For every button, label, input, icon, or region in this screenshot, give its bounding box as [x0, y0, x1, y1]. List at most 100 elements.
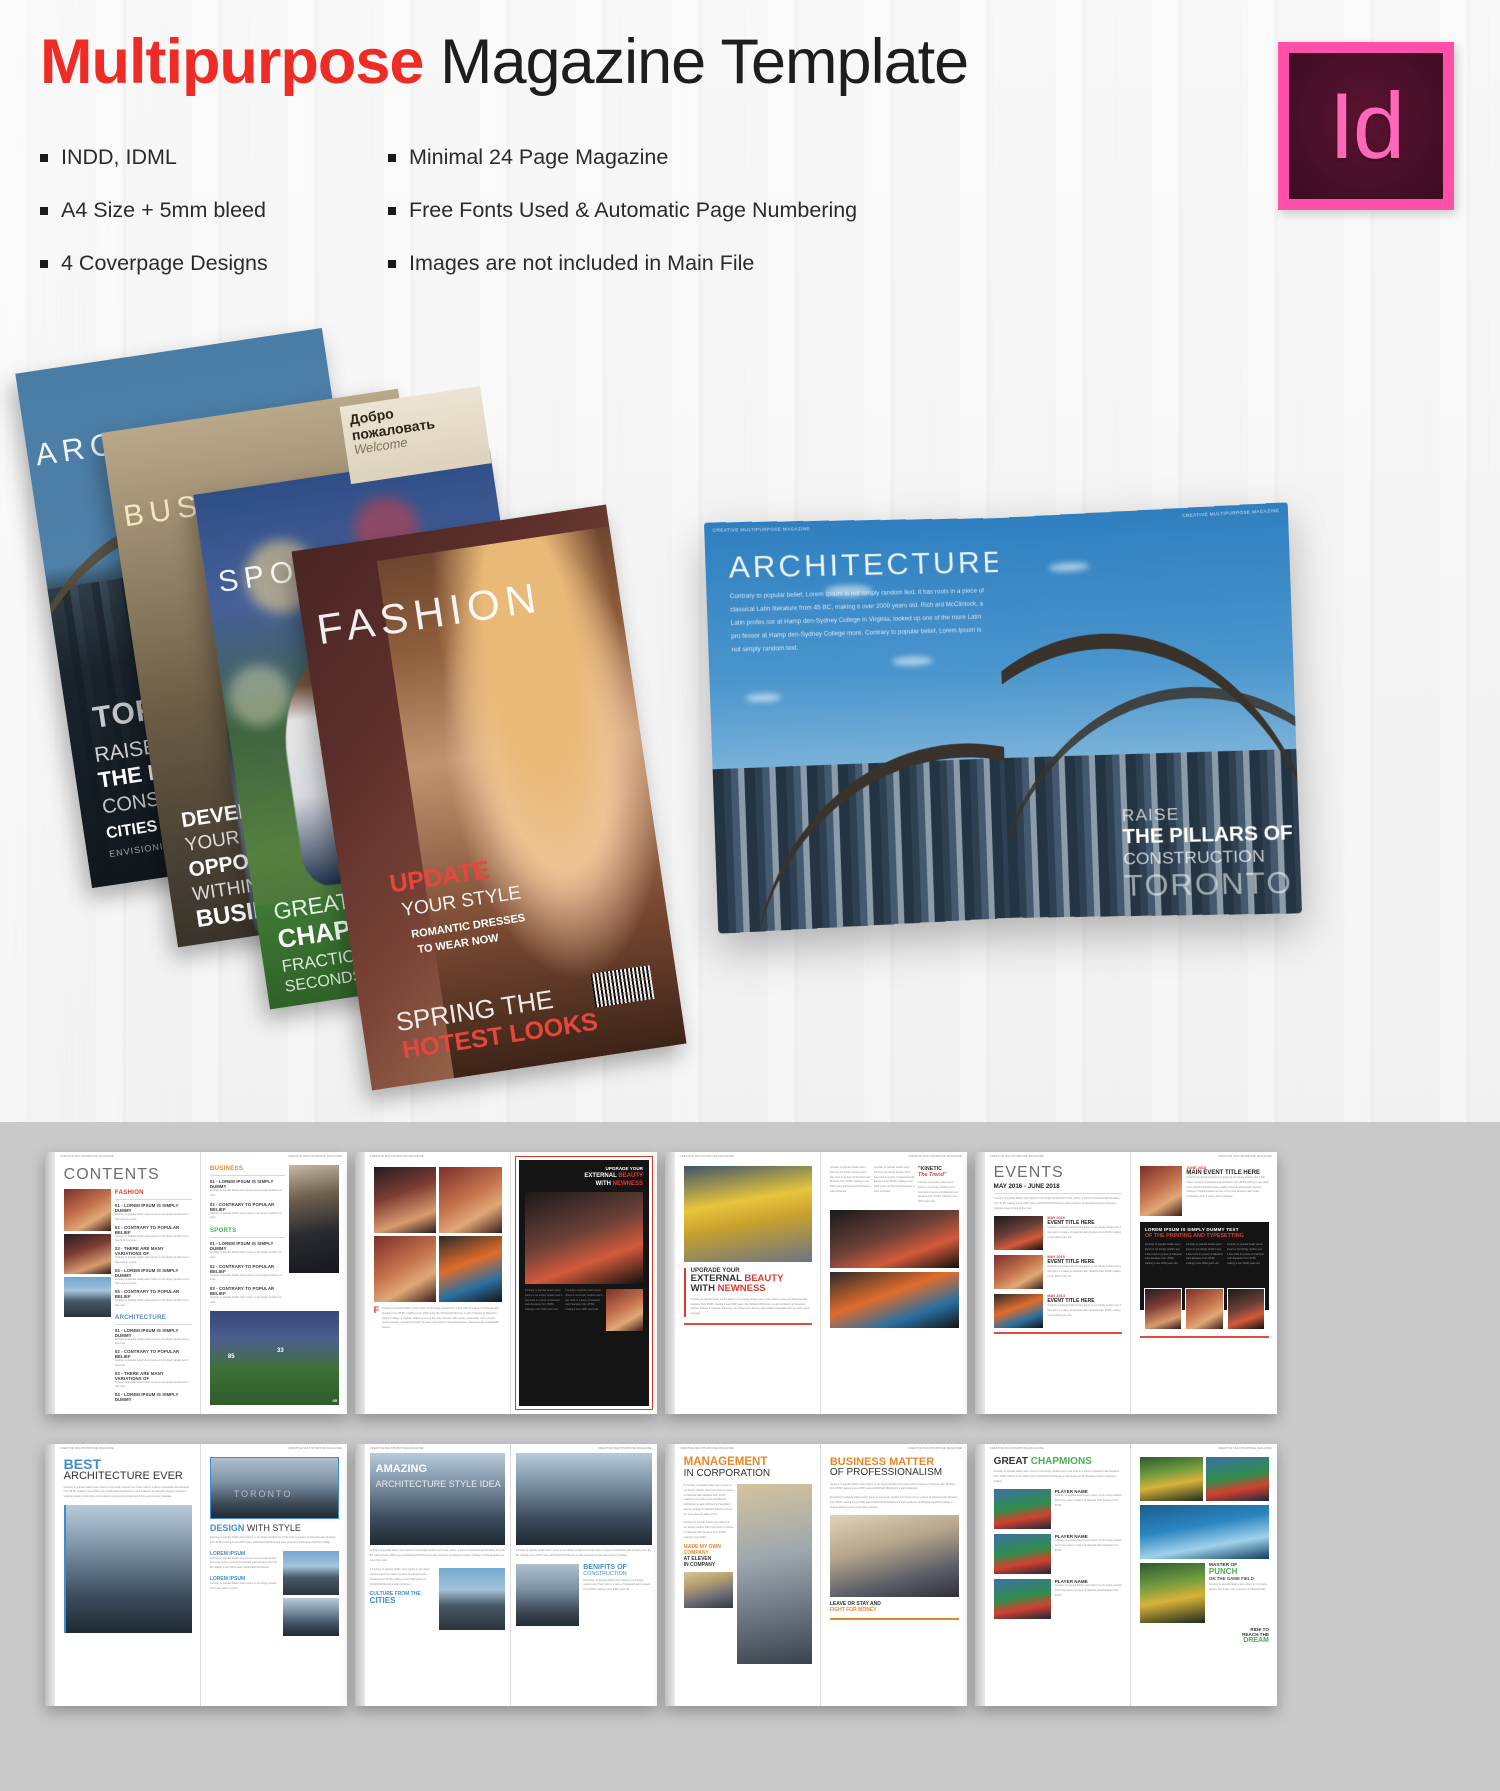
body-text: Contrary to popular belief Lorem Ipsum i… — [524, 1289, 562, 1311]
runhead: CREATIVE MULTIPURPOSE MAGAZINE — [989, 1447, 1044, 1450]
thumb-page-right: CREATIVE MULTIPURPOSE MAGAZINE Contrary … — [820, 1152, 967, 1414]
photo-placeholder — [439, 1236, 502, 1302]
subheading-3: ON THE GAME FIELD — [1208, 1576, 1254, 1581]
photo-placeholder — [1205, 1457, 1269, 1501]
contents-entry: 05 - CONTRARY TO POPULAR BELIEF — [114, 1289, 180, 1299]
runhead: CREATIVE MULTIPURPOSE MAGAZINE — [1217, 1155, 1272, 1158]
photo-placeholder — [1185, 1288, 1224, 1330]
spine — [355, 1152, 365, 1414]
thumbnail-grid-section: CREATIVE MULTIPURPOSE MAGAZINE CONTENTS … — [0, 1122, 1500, 1791]
thumbnail-contents[interactable]: CREATIVE MULTIPURPOSE MAGAZINE CONTENTS … — [45, 1152, 347, 1414]
headline-line1: MANAGEMENT — [683, 1456, 768, 1468]
spine — [975, 1444, 985, 1706]
contents-heading: CONTENTS — [63, 1166, 160, 1183]
photo-placeholder — [282, 1597, 339, 1636]
headline-line3b: NEWNESS — [612, 1181, 643, 1187]
entry-body: Contrary to popular belief Lorem Ipsum i… — [114, 1380, 189, 1389]
thumb-page-left: CREATIVE MULTIPURPOSE MAGAZINE UPGRADE Y… — [674, 1152, 821, 1414]
contents-entry: 03 - THERE ARE MANY VARIATIONS OF — [114, 1246, 164, 1256]
contents-section-label: ARCHITECTURE — [114, 1313, 167, 1321]
body-text: Contrary to popular belief Lorem Ipsum i… — [1144, 1243, 1182, 1265]
thumbnail-events[interactable]: CREATIVE MULTIPURPOSE MAGAZINE EVENTS MA… — [975, 1152, 1277, 1414]
body-text: Contrary to popular belief Lorem Ipsum i… — [993, 1470, 1120, 1483]
body-text: Contrary to popular belief Lorem Ipsum i… — [873, 1166, 915, 1193]
events-heading: EVENTS — [993, 1164, 1064, 1181]
runhead: CREATIVE MULTIPURPOSE MAGAZINE — [679, 1447, 734, 1450]
thumb-page-left: CREATIVE MULTIPURPOSE MAGAZINE CONTENTS … — [54, 1152, 201, 1414]
entry-body: Contrary to popular belief Lorem Ipsum i… — [114, 1256, 189, 1264]
photo-placeholder — [683, 1572, 734, 1609]
photo-placeholder — [63, 1504, 192, 1633]
thumbnail-management[interactable]: CREATIVE MULTIPURPOSE MAGAZINE MANAGEMEN… — [665, 1444, 967, 1706]
runhead: CREATIVE MULTIPURPOSE MAGAZINE — [59, 1447, 114, 1450]
page-title-rest: Magazine Template — [423, 27, 969, 97]
feature-item: Images are not included in Main File — [388, 251, 857, 276]
thumb-page-left: CREATIVE MULTIPURPOSE MAGAZINE AMAZING A… — [364, 1444, 511, 1706]
runhead: CREATIVE MULTIPURPOSE MAGAZINE — [287, 1155, 342, 1158]
photo-placeholder — [737, 1484, 812, 1664]
thumbnail-upgrade-beauty[interactable]: CREATIVE MULTIPURPOSE MAGAZINE UPGRADE Y… — [665, 1152, 967, 1414]
entry-body: Contrary to popular belief Lorem Ipsum i… — [209, 1273, 282, 1282]
thumbnail-amazing-architecture[interactable]: CREATIVE MULTIPURPOSE MAGAZINE AMAZING A… — [355, 1444, 657, 1706]
photo-placeholder — [282, 1550, 339, 1595]
body-text: Contrary to popular belief Lorem Ipsum i… — [1226, 1243, 1264, 1265]
photo-placeholder — [63, 1189, 111, 1231]
runhead: CREATIVE MULTIPURPOSE MAGAZINE — [369, 1155, 424, 1158]
jersey-number: 33 — [276, 1348, 284, 1355]
spread-page-left: CREATIVE MULTIPURPOSE MAGAZINE ARCHITECT… — [704, 518, 1010, 934]
body-text: Contrary to popular belief Lorem Ipsum i… — [1054, 1494, 1122, 1507]
photo-placeholder — [1139, 1563, 1205, 1623]
body-text: Contrary to popular belief Lorem Ipsum i… — [1054, 1584, 1122, 1597]
entry-body: Contrary to popular belief Lorem Ipsum i… — [209, 1251, 282, 1259]
body-text: Contrary to popular belief Lorem Ipsum i… — [1186, 1176, 1269, 1198]
photo-placeholder — [993, 1255, 1044, 1290]
runhead: CREATIVE MULTIPURPOSE MAGAZINE — [369, 1447, 424, 1450]
bullet-square-icon — [40, 207, 48, 215]
page-number: 05 — [332, 1397, 337, 1403]
headline-line1: UPGRADE YOUR — [605, 1166, 643, 1171]
thumb-page-right: CREATIVE MULTIPURPOSE MAGAZINE BUSINESS … — [200, 1152, 347, 1414]
feature-label: 4 Coverpage Designs — [61, 251, 268, 275]
feature-list-column-2: Minimal 24 Page Magazine Free Fonts Used… — [388, 145, 857, 304]
contents-entry: 02 - CONTRARY TO POPULAR BELIEF — [209, 1263, 275, 1274]
thumbnail-row-2: CREATIVE MULTIPURPOSE MAGAZINE BEST ARCH… — [0, 1444, 1500, 1744]
entry-body: Contrary to popular belief Lorem Ipsum i… — [114, 1234, 189, 1243]
spine — [45, 1444, 55, 1706]
photo-placeholder — [63, 1277, 111, 1317]
dropcap: F — [373, 1305, 380, 1315]
photo-placeholder — [1139, 1505, 1269, 1559]
bullet-square-icon — [388, 260, 396, 268]
body-text: Contrary to popular belief Lorem Ipsum i… — [1047, 1265, 1121, 1278]
spine — [355, 1444, 365, 1706]
feature-item: Free Fonts Used & Automatic Page Numberi… — [388, 198, 857, 223]
spread-page-right: CREATIVE MULTIPURPOSE MAGAZINE RAISE THE… — [996, 502, 1302, 918]
thumbnail-row-1: CREATIVE MULTIPURPOSE MAGAZINE CONTENTS … — [0, 1152, 1500, 1452]
contents-entry: 02 - CONTRARY TO POPULAR BELIEF — [209, 1201, 275, 1212]
entry-body: Contrary to popular belief Lorem Ipsum i… — [114, 1299, 189, 1307]
contents-entry: 01 - LOREM IPSUM IS SIMPLY DUMMY — [114, 1327, 179, 1338]
photo-placeholder — [683, 1166, 812, 1262]
runhead: CREATIVE MULTIPURPOSE MAGAZINE — [597, 1447, 652, 1450]
body-text: Contrary to popular belief, Lorem Ipsum … — [690, 1297, 810, 1316]
thumb-page-right: CREATIVE MULTIPURPOSE MAGAZINE BUSINESS … — [820, 1444, 967, 1706]
runhead: CREATIVE MULTIPURPOSE MAGAZINE — [907, 1155, 962, 1158]
feature-item: 4 Coverpage Designs — [40, 251, 268, 276]
feature-label: Minimal 24 Page Magazine — [409, 145, 669, 169]
body-text: Contrary to popular belief Lorem Ipsum i… — [209, 1581, 277, 1590]
divider — [114, 1199, 192, 1200]
contents-entry: 04 - LOREM IPSUM IS SIMPLY DUMMY — [114, 1267, 179, 1278]
bullet-square-icon — [388, 207, 396, 215]
feature-item: A4 Size + 5mm bleed — [40, 198, 268, 223]
thumbnail-champions[interactable]: CREATIVE MULTIPURPOSE MAGAZINE GREAT CHA… — [975, 1444, 1277, 1706]
photo-placeholder — [1226, 1288, 1265, 1330]
feature-label: INDD, IDML — [61, 145, 177, 169]
runhead: CREATIVE MULTIPURPOSE MAGAZINE — [59, 1155, 114, 1158]
thumbnail-fashion-gallery[interactable]: CREATIVE MULTIPURPOSE MAGAZINE F Contrar… — [355, 1152, 657, 1414]
body-text: B Contrary to popular belief Lorem Ipsum… — [829, 1496, 958, 1509]
body-text: B Contrary to popular belief Lorem Ipsum… — [583, 1578, 651, 1592]
thumbnail-best-architecture[interactable]: CREATIVE MULTIPURPOSE MAGAZINE BEST ARCH… — [45, 1444, 347, 1706]
headline-line1a: GREAT — [993, 1456, 1031, 1467]
headline-line2: ARCHITECTURE EVER — [63, 1470, 183, 1482]
headline-line1b: CHAPMIONS — [1030, 1456, 1092, 1467]
banner-line2: OF THE PRINTING AND TYPESETTING — [1144, 1233, 1244, 1239]
